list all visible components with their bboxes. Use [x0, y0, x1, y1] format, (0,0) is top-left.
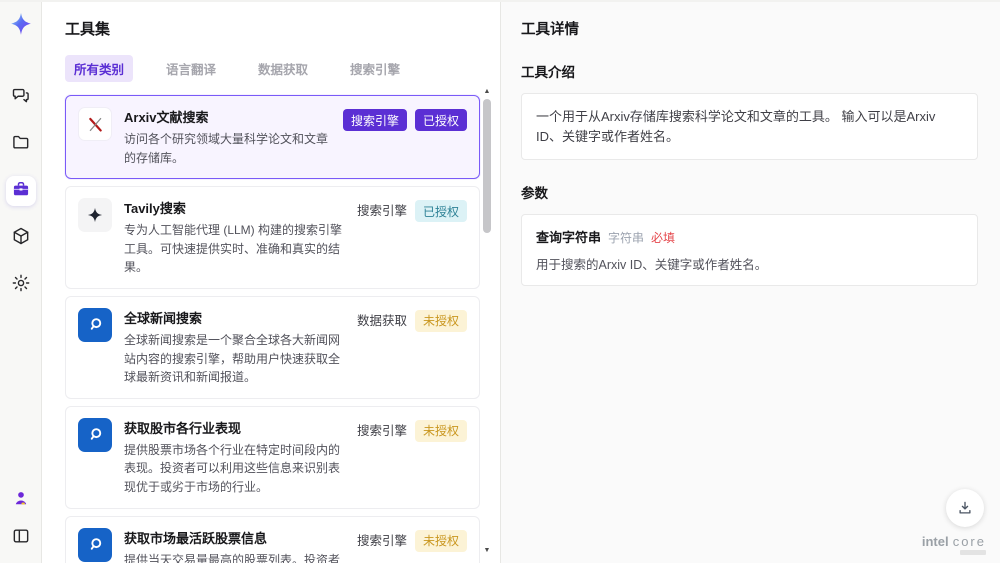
- tool-card[interactable]: 获取市场最活跃股票信息 提供当天交易量最高的股票列表。投资者可以利用这些信息来识…: [65, 515, 480, 563]
- sidebar: [0, 2, 42, 563]
- tool-info: 获取市场最活跃股票信息 提供当天交易量最高的股票列表。投资者可以利用这些信息来识…: [124, 528, 345, 563]
- gear-icon: [11, 273, 31, 298]
- toolbox-icon: [11, 179, 31, 204]
- category-label: 搜索引擎: [356, 204, 407, 219]
- tool-badges: 搜索引擎 未授权: [357, 528, 467, 563]
- tool-card[interactable]: Arxiv文献搜索 访问各个研究领域大量科学论文和文章的存储库。 搜索引擎 已授…: [65, 95, 480, 180]
- category-label: 搜索引擎: [356, 423, 407, 438]
- download-icon: [959, 501, 971, 514]
- app-logo-icon: [6, 10, 36, 40]
- scrollbar-thumb[interactable]: [483, 99, 491, 233]
- intel-core-logo: intel core: [922, 534, 986, 555]
- sidebar-item-user[interactable]: [6, 485, 36, 515]
- tool-info: Tavily搜索 专为人工智能代理 (LLM) 构建的搜索引擎工具。可快速提供实…: [124, 198, 345, 277]
- tool-desc: 专为人工智能代理 (LLM) 构建的搜索引擎工具。可快速提供实时、准确和真实的结…: [124, 223, 343, 275]
- tool-badges: 数据获取 未授权: [357, 308, 467, 387]
- user-icon: [11, 488, 31, 513]
- tab-3[interactable]: 搜索引擎: [341, 55, 409, 82]
- sidebar-bottom: [6, 485, 36, 553]
- sidebar-item-gear[interactable]: [6, 270, 36, 300]
- scroll-down-icon[interactable]: ▼: [483, 547, 491, 555]
- intel-core-logo-subbar: [960, 550, 986, 555]
- param-type: 字符串: [608, 231, 645, 245]
- tool-name: Arxiv文献搜索: [124, 110, 209, 125]
- scrollbar[interactable]: ▲ ▼: [482, 88, 492, 555]
- app-window: 工具集 所有类别 语言翻译 数据获取 搜索引擎 Arxiv文献搜索 访问各个研究领域大…: [0, 0, 1000, 563]
- status-badge: 未授权: [414, 309, 467, 332]
- status-badge: 已授权: [414, 109, 467, 131]
- status-badge: 未授权: [414, 419, 467, 442]
- params-heading: 参数: [521, 186, 548, 201]
- status-badge: 已授权: [414, 200, 467, 223]
- tool-badges: 搜索引擎 已授权: [342, 107, 467, 167]
- tool-desc: 访问各个研究领域大量科学论文和文章的存储库。: [124, 132, 329, 165]
- category-label: 搜索引擎: [356, 533, 407, 548]
- tool-name: 获取股市各行业表现: [124, 420, 242, 436]
- sidebar-item-panel-toggle[interactable]: [6, 523, 36, 553]
- param-required-badge: 必填: [651, 231, 676, 245]
- param-card: 查询字符串 字符串 必填 用于搜索的Arxiv ID、关键字或作者姓名。: [521, 214, 978, 286]
- param-desc: 用于搜索的Arxiv ID、关键字或作者姓名。: [536, 258, 768, 272]
- arxiv-icon: [78, 107, 112, 141]
- tool-badges: 搜索引擎 已授权: [357, 198, 467, 277]
- tab-0[interactable]: 所有类别: [65, 55, 134, 82]
- tool-card[interactable]: 获取股市各行业表现 提供股票市场各个行业在特定时间段内的表现。投资者可以利用这些…: [65, 405, 480, 509]
- category-label: 数据获取: [356, 313, 407, 328]
- category-badge: 搜索引擎: [342, 109, 407, 131]
- search-blue-icon: [78, 417, 112, 452]
- tool-name: Tavily搜索: [124, 201, 186, 217]
- tool-desc: 提供当天交易量最高的股票列表。投资者可以利用这些信息来识别流动性强的股票和潜在的…: [124, 552, 341, 563]
- tool-info: 全球新闻搜索 全球新闻搜索是一个聚合全球各大新闻网站内容的搜索引擎，帮助用户快速…: [124, 308, 345, 387]
- sidebar-item-toolbox[interactable]: [5, 176, 36, 206]
- intro-heading: 工具介绍: [521, 65, 575, 80]
- tools-panel: 工具集 所有类别 语言翻译 数据获取 搜索引擎 Arxiv文献搜索 访问各个研究领域大…: [42, 2, 500, 563]
- tool-list: Arxiv文献搜索 访问各个研究领域大量科学论文和文章的存储库。 搜索引擎 已授…: [65, 95, 480, 563]
- folder-icon: [11, 132, 31, 157]
- intro-text: 一个用于从Arxiv存储库搜索科学论文和文章的工具。 输入可以是Arxiv ID…: [521, 93, 978, 160]
- sidebar-nav: [5, 82, 36, 300]
- tool-info: 获取股市各行业表现 提供股票市场各个行业在特定时间段内的表现。投资者可以利用这些…: [124, 418, 345, 497]
- tab-2[interactable]: 数据获取: [249, 55, 317, 82]
- tab-1[interactable]: 语言翻译: [157, 55, 225, 82]
- cube-icon: [11, 226, 31, 251]
- category-tabs: 所有类别 语言翻译 数据获取 搜索引擎: [65, 55, 480, 82]
- tool-detail-panel: 工具详情 工具介绍 一个用于从Arxiv存储库搜索科学论文和文章的工具。 输入可…: [500, 2, 1000, 563]
- sidebar-item-chat[interactable]: [6, 82, 36, 112]
- download-button[interactable]: [946, 489, 984, 527]
- tool-desc: 全球新闻搜索是一个聚合全球各大新闻网站内容的搜索引擎，帮助用户快速获取全球最新资…: [124, 332, 341, 385]
- tool-card[interactable]: Tavily搜索 专为人工智能代理 (LLM) 构建的搜索引擎工具。可快速提供实…: [65, 186, 480, 289]
- page-title: 工具集: [65, 21, 111, 38]
- panel-toggle-icon: [11, 526, 31, 551]
- sidebar-item-cube[interactable]: [6, 223, 36, 253]
- tool-card[interactable]: 全球新闻搜索 全球新闻搜索是一个聚合全球各大新闻网站内容的搜索引擎，帮助用户快速…: [65, 295, 480, 399]
- tool-desc: 提供股票市场各个行业在特定时间段内的表现。投资者可以利用这些信息来识别表现优于或…: [124, 442, 341, 494]
- intel-core-logo-text: intel core: [921, 534, 986, 549]
- param-name: 查询字符串: [536, 230, 602, 245]
- tavily-icon: [78, 198, 112, 233]
- tool-name: 获取市场最活跃股票信息: [124, 530, 268, 546]
- sidebar-item-folder[interactable]: [6, 129, 36, 159]
- tool-name: 全球新闻搜索: [124, 310, 203, 326]
- search-blue-icon: [78, 307, 112, 342]
- tool-badges: 搜索引擎 未授权: [357, 418, 467, 497]
- scroll-up-icon[interactable]: ▲: [483, 88, 491, 96]
- tool-info: Arxiv文献搜索 访问各个研究领域大量科学论文和文章的存储库。: [124, 107, 331, 167]
- search-blue-icon: [78, 527, 112, 562]
- status-badge: 未授权: [414, 529, 467, 552]
- detail-title: 工具详情: [521, 22, 579, 38]
- chat-icon: [11, 85, 31, 110]
